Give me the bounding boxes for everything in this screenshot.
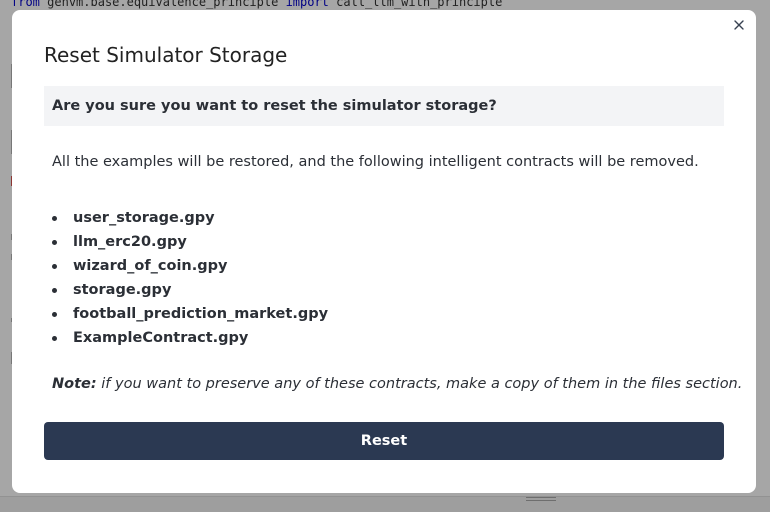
confirmation-question: Are you sure you want to reset the simul… bbox=[44, 86, 724, 126]
bullet-icon bbox=[52, 288, 57, 293]
dialog-title: Reset Simulator Storage bbox=[44, 43, 288, 67]
preserve-note: Note: if you want to preserve any of the… bbox=[52, 374, 742, 394]
contract-name: wizard_of_coin.gpy bbox=[73, 258, 228, 274]
contract-name: user_storage.gpy bbox=[73, 210, 215, 226]
close-button[interactable] bbox=[730, 16, 748, 34]
reset-button[interactable]: Reset bbox=[44, 422, 724, 460]
bullet-icon bbox=[52, 312, 57, 317]
bullet-icon bbox=[52, 216, 57, 221]
list-item: storage.gpy bbox=[52, 278, 724, 302]
dialog-description: All the examples will be restored, and t… bbox=[52, 154, 699, 170]
reset-storage-dialog: Reset Simulator Storage Are you sure you… bbox=[12, 10, 756, 493]
close-icon bbox=[734, 20, 744, 30]
list-item: wizard_of_coin.gpy bbox=[52, 254, 724, 278]
list-item: user_storage.gpy bbox=[52, 206, 724, 230]
list-item: ExampleContract.gpy bbox=[52, 326, 724, 350]
note-text: if you want to preserve any of these con… bbox=[96, 376, 743, 392]
contract-name: llm_erc20.gpy bbox=[73, 234, 187, 250]
contract-name: ExampleContract.gpy bbox=[73, 330, 249, 346]
contract-list: user_storage.gpy llm_erc20.gpy wizard_of… bbox=[52, 206, 724, 350]
contract-name: football_prediction_market.gpy bbox=[73, 306, 329, 322]
contract-name: storage.gpy bbox=[73, 282, 172, 298]
bullet-icon bbox=[52, 336, 57, 341]
list-item: llm_erc20.gpy bbox=[52, 230, 724, 254]
note-label: Note: bbox=[52, 376, 97, 392]
bullet-icon bbox=[52, 264, 57, 269]
list-item: football_prediction_market.gpy bbox=[52, 302, 724, 326]
bullet-icon bbox=[52, 240, 57, 245]
